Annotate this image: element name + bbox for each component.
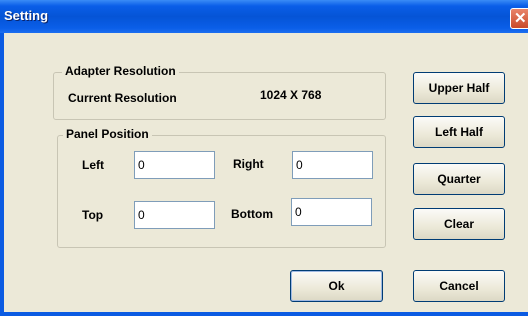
right-input[interactable] (292, 151, 373, 179)
current-resolution-label: Current Resolution (68, 91, 177, 105)
cancel-button[interactable]: Cancel (413, 270, 505, 302)
current-resolution-value: 1024 X 768 (260, 88, 322, 102)
left-input[interactable] (134, 151, 215, 179)
title-bar[interactable]: Setting ✕ (0, 0, 528, 33)
upper-half-button[interactable]: Upper Half (413, 72, 505, 104)
bottom-label: Bottom (231, 207, 273, 221)
bottom-input[interactable] (291, 198, 372, 226)
close-button[interactable]: ✕ (510, 8, 528, 29)
close-icon: ✕ (514, 10, 527, 27)
top-label: Top (82, 208, 104, 222)
window-title: Setting (4, 8, 49, 23)
top-input[interactable] (134, 201, 215, 229)
left-half-button[interactable]: Left Half (413, 116, 505, 148)
panel-position-legend: Panel Position (63, 127, 152, 141)
setting-dialog: Setting ✕ Adapter Resolution Current Res… (0, 0, 528, 316)
right-label: Right (233, 157, 264, 171)
clear-button[interactable]: Clear (413, 208, 505, 240)
window-frame-left (0, 33, 4, 316)
quarter-button[interactable]: Quarter (413, 163, 505, 195)
ok-button[interactable]: Ok (290, 270, 383, 302)
left-label: Left (82, 158, 104, 172)
window-frame-bottom (0, 312, 528, 316)
adapter-resolution-legend: Adapter Resolution (62, 64, 179, 78)
